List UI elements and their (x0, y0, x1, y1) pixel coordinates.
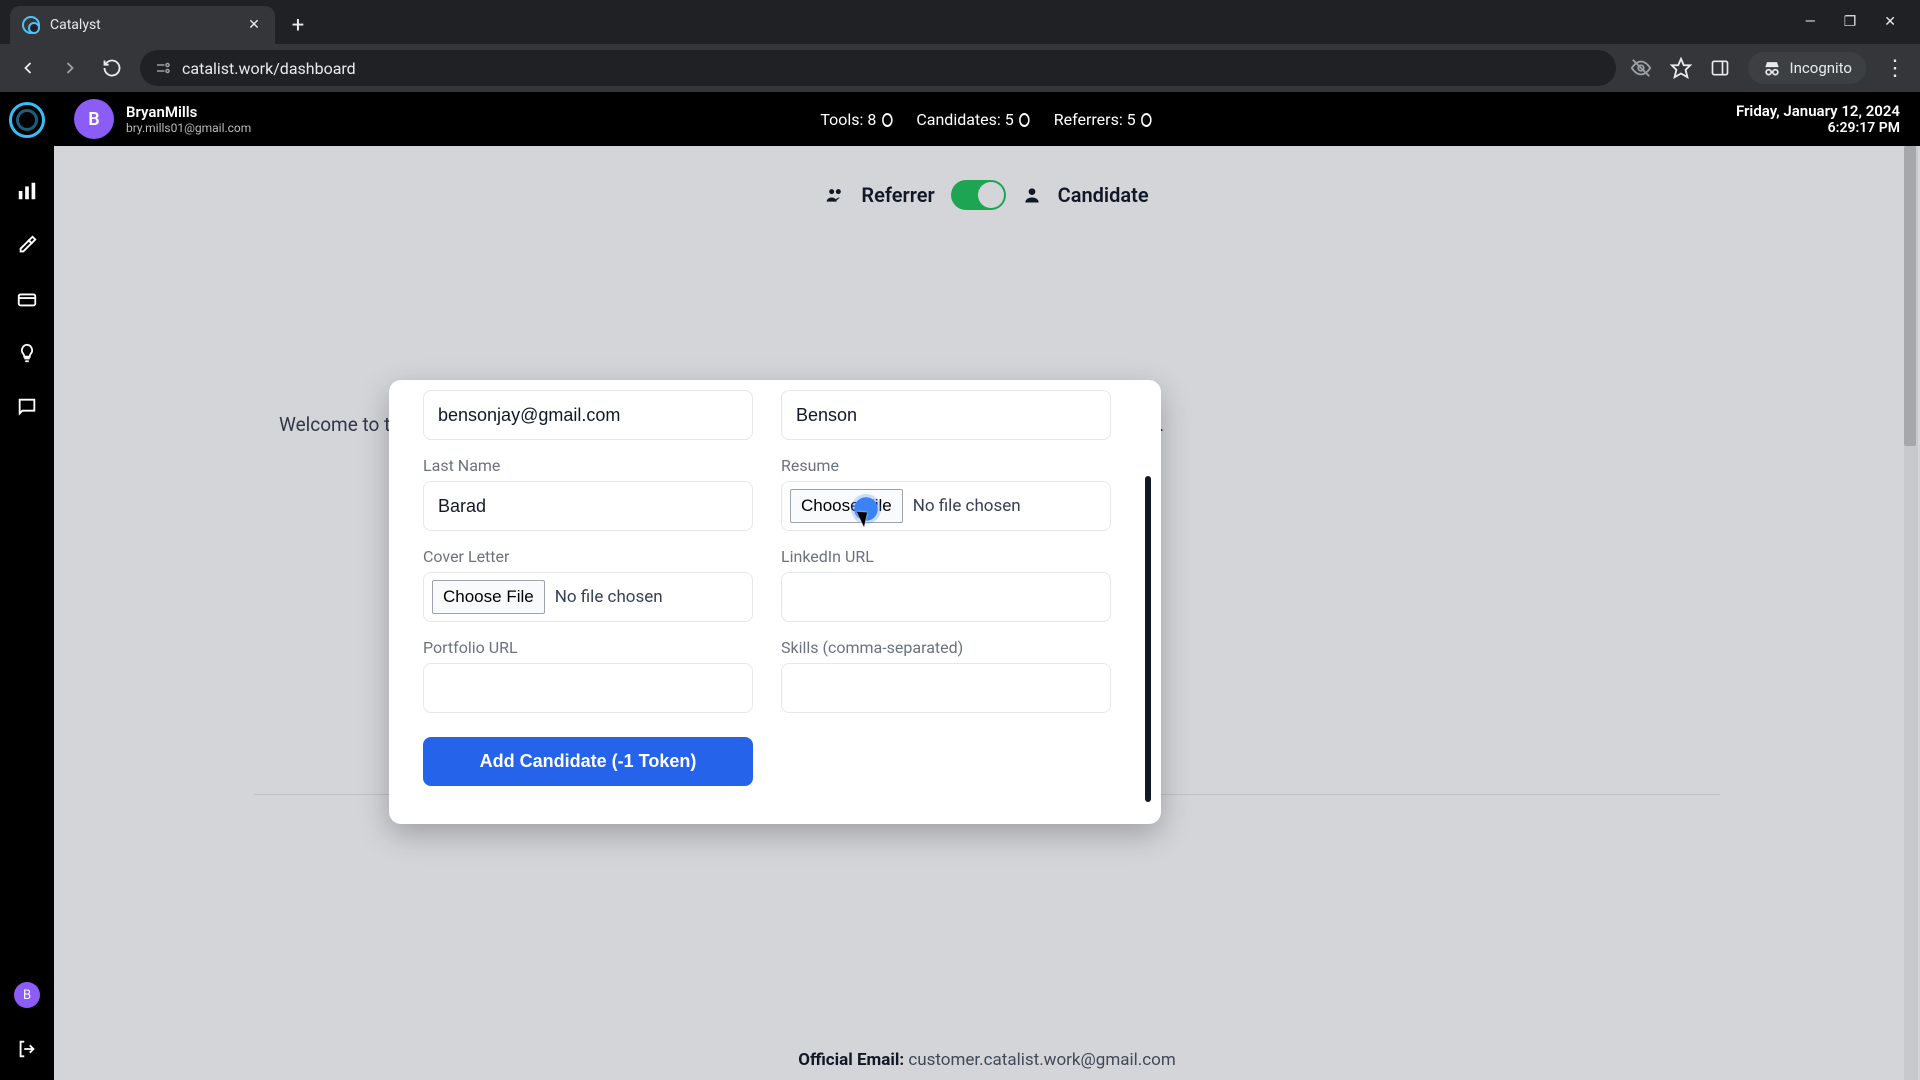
resume-label: Resume (781, 456, 1111, 475)
skills-label: Skills (comma-separated) (781, 638, 1111, 657)
sidebar-avatar[interactable]: B (14, 982, 40, 1008)
sidebar-chat-icon[interactable] (14, 394, 40, 420)
resume-file-status: No file chosen (913, 496, 1021, 516)
url-text: catalist.work/dashboard (182, 59, 356, 78)
user-block[interactable]: B BryanMills bry.mills01@gmail.com (74, 99, 251, 139)
add-candidate-modal: Last Name Resume Choose File No file cho… (389, 380, 1161, 824)
stat-referrers: Referrers: 5 (1054, 110, 1154, 129)
resume-choose-file-button[interactable]: Choose File (790, 489, 903, 523)
portfolio-url-label: Portfolio URL (423, 638, 753, 657)
close-window-icon[interactable]: ✕ (1884, 14, 1896, 30)
user-name: BryanMills (126, 103, 251, 121)
coin-icon (1141, 113, 1152, 127)
portfolio-url-field[interactable] (423, 663, 753, 713)
side-panel-icon[interactable] (1710, 58, 1730, 78)
forward-icon (56, 54, 84, 82)
coin-icon (882, 113, 893, 127)
cover-letter-file-input[interactable]: Choose File No file chosen (423, 572, 753, 622)
tab-close-icon[interactable]: ✕ (245, 16, 263, 34)
browser-tab[interactable]: Catalyst ✕ (10, 6, 275, 44)
new-tab-button[interactable]: + (283, 10, 313, 40)
linkedin-url-label: LinkedIn URL (781, 547, 1111, 566)
address-bar[interactable]: catalist.work/dashboard (140, 50, 1616, 86)
last-name-label: Last Name (423, 456, 753, 475)
sidebar-tools-icon[interactable] (14, 232, 40, 258)
bookmark-star-icon[interactable] (1670, 57, 1692, 79)
sidebar-dashboard-icon[interactable] (14, 178, 40, 204)
add-candidate-button[interactable]: Add Candidate (-1 Token) (423, 737, 753, 786)
back-icon[interactable] (14, 54, 42, 82)
hide-eye-icon[interactable] (1630, 57, 1652, 79)
app-logo-icon[interactable] (9, 102, 45, 138)
first-name-field[interactable] (781, 390, 1111, 440)
skills-field[interactable] (781, 663, 1111, 713)
maximize-icon[interactable]: ❐ (1844, 14, 1857, 30)
email-field[interactable] (423, 390, 753, 440)
cover-letter-choose-file-button[interactable]: Choose File (432, 580, 545, 614)
last-name-field[interactable] (423, 481, 753, 531)
incognito-badge[interactable]: Incognito (1748, 52, 1866, 84)
sidebar-ideas-icon[interactable] (14, 340, 40, 366)
browser-menu-icon[interactable]: ⋮ (1884, 56, 1906, 81)
tab-favicon-icon (22, 16, 40, 34)
current-date: Friday, January 12, 2024 (1736, 102, 1900, 120)
modal-scrollbar-thumb[interactable] (1145, 476, 1151, 802)
stat-candidates: Candidates: 5 (916, 110, 1031, 129)
linkedin-url-field[interactable] (781, 572, 1111, 622)
avatar: B (74, 99, 114, 139)
cover-letter-file-status: No file chosen (555, 587, 663, 607)
cover-letter-label: Cover Letter (423, 547, 753, 566)
sidebar-logout-icon[interactable] (14, 1036, 40, 1062)
current-time: 6:29:17 PM (1736, 120, 1900, 136)
resume-file-input[interactable]: Choose File No file chosen (781, 481, 1111, 531)
incognito-icon (1762, 58, 1782, 78)
coin-icon (1020, 113, 1031, 127)
incognito-label: Incognito (1790, 59, 1852, 77)
tab-title: Catalyst (50, 17, 235, 33)
reload-icon[interactable] (98, 54, 126, 82)
minimize-icon[interactable]: — (1805, 14, 1816, 30)
sidebar-wallet-icon[interactable] (14, 286, 40, 312)
sidebar: B (0, 92, 54, 1080)
site-settings-icon[interactable] (154, 59, 172, 77)
stat-tools: Tools: 8 (820, 110, 894, 129)
user-email: bry.mills01@gmail.com (126, 121, 251, 135)
topbar: B BryanMills bry.mills01@gmail.com Tools… (54, 92, 1920, 146)
